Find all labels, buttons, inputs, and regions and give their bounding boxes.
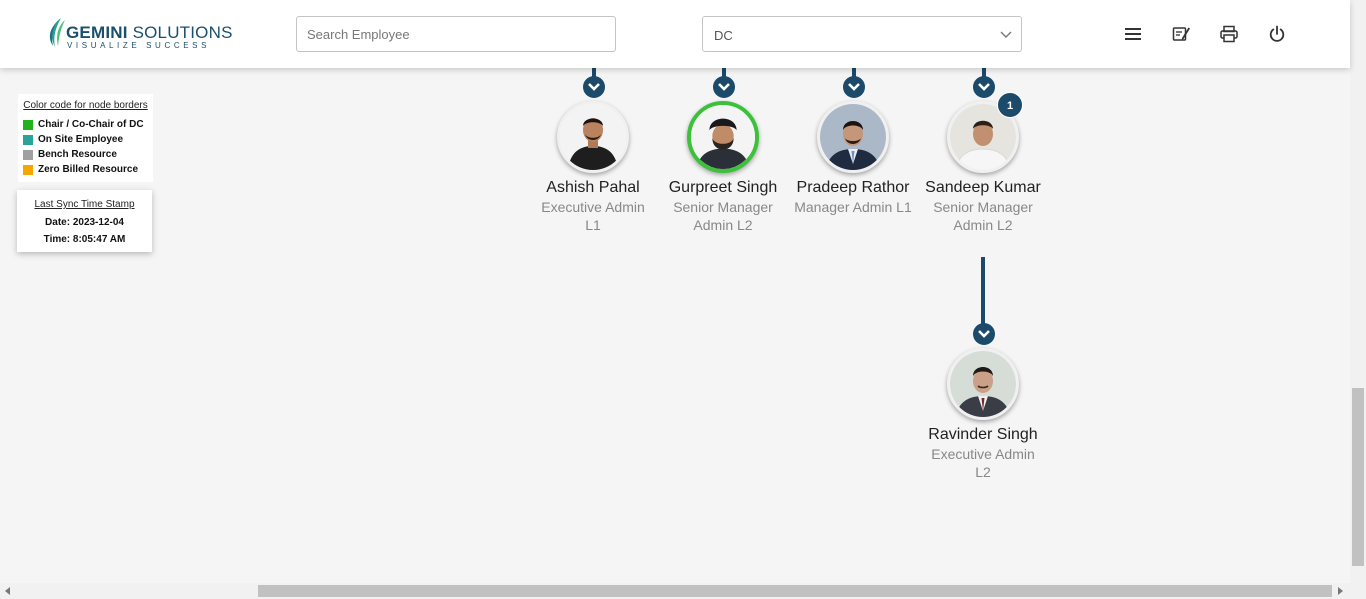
legend-item-label: Bench Resource [38, 149, 117, 160]
legend-item-onsite: On Site Employee [23, 132, 148, 147]
employee-name[interactable]: Ravinder Singh [913, 426, 1053, 444]
scroll-left-icon[interactable] [5, 587, 10, 595]
last-sync-panel: Last Sync Time Stamp Date: 2023-12-04 Ti… [17, 190, 152, 252]
legend-swatch-green [23, 119, 33, 130]
employee-role-line: Executive Admin [931, 446, 1035, 462]
legend-item-chair: Chair / Co-Chair of DC [23, 117, 148, 132]
employee-role-line: Senior Manager [673, 199, 773, 215]
employee-avatar[interactable] [947, 348, 1019, 420]
gemini-solutions-logo[interactable]: GEMINI SOLUTIONS VISUALIZE SUCCESS [47, 17, 232, 51]
chevron-down-icon [718, 83, 730, 91]
chevron-down-icon [1000, 31, 1012, 38]
horizontal-scrollbar-thumb[interactable] [258, 585, 1332, 597]
employee-role-line: Executive Admin [541, 199, 645, 215]
expand-toggle-button[interactable] [973, 76, 995, 98]
employee-role: Executive Admin L2 [923, 445, 1043, 481]
person-photo-icon [820, 104, 886, 170]
legend-item-zero-billed: Zero Billed Resource [23, 162, 148, 177]
employee-name[interactable]: Ashish Pahal [523, 179, 663, 197]
logo-tagline: VISUALIZE SUCCESS [67, 41, 211, 50]
employee-role-line: Senior Manager [933, 199, 1033, 215]
department-select[interactable]: DC [702, 16, 1022, 52]
sync-date: Date: 2023-12-04 [45, 217, 124, 228]
person-photo-icon [691, 105, 755, 169]
employee-role: Senior Manager Admin L2 [663, 198, 783, 234]
employee-role-line: L2 [975, 464, 991, 480]
print-icon[interactable] [1219, 24, 1239, 44]
employee-role: Executive Admin L1 [533, 198, 653, 234]
sync-title: Last Sync Time Stamp [34, 199, 135, 210]
menu-icon[interactable] [1123, 24, 1143, 44]
reportee-count-badge[interactable]: 1 [997, 92, 1023, 118]
horizontal-scrollbar[interactable] [0, 583, 1350, 599]
legend-item-label: Chair / Co-Chair of DC [38, 119, 144, 130]
expand-toggle-button[interactable] [843, 76, 865, 98]
chevron-down-icon [978, 330, 990, 338]
chevron-down-icon [978, 83, 990, 91]
person-photo-icon [560, 104, 626, 170]
legend-swatch-gray [23, 149, 33, 160]
expand-toggle-button[interactable] [973, 323, 995, 345]
employee-name[interactable]: Gurpreet Singh [653, 179, 793, 197]
chevron-down-icon [588, 83, 600, 91]
employee-role: Manager Admin L1 [793, 198, 913, 216]
employee-role-line: Admin L2 [693, 217, 753, 233]
legend-item-label: Zero Billed Resource [38, 164, 139, 175]
app-header: GEMINI SOLUTIONS VISUALIZE SUCCESS DC [0, 0, 1350, 68]
sync-time: Time: 8:05:47 AM [43, 234, 126, 245]
chevron-down-icon [848, 83, 860, 91]
search-employee-input[interactable] [296, 16, 616, 52]
employee-role-line: Admin L2 [953, 217, 1013, 233]
legend-item-bench: Bench Resource [23, 147, 148, 162]
employee-avatar[interactable] [557, 101, 629, 173]
edit-note-icon[interactable] [1171, 24, 1191, 44]
scroll-right-icon[interactable] [1338, 587, 1343, 595]
employee-name[interactable]: Sandeep Kumar [913, 179, 1053, 197]
employee-role-line: L1 [585, 217, 601, 233]
person-photo-icon [950, 351, 1016, 417]
logo-wordmark: GEMINI SOLUTIONS [66, 23, 233, 42]
legend-item-label: On Site Employee [38, 134, 124, 145]
scrollbar-corner [1350, 583, 1366, 599]
vertical-scrollbar[interactable] [1350, 0, 1366, 583]
expand-toggle-button[interactable] [583, 76, 605, 98]
employee-role: Senior Manager Admin L2 [923, 198, 1043, 234]
legend-swatch-orange [23, 164, 33, 175]
vertical-scrollbar-thumb[interactable] [1352, 388, 1364, 566]
legend-title: Color code for node borders [23, 100, 148, 111]
employee-role-line: Manager Admin L1 [794, 199, 912, 215]
employee-avatar[interactable] [817, 101, 889, 173]
org-connector [981, 257, 985, 325]
department-select-value: DC [714, 28, 733, 43]
expand-toggle-button[interactable] [713, 76, 735, 98]
legend-swatch-teal [23, 134, 33, 145]
node-border-legend: Color code for node borders Chair / Co-C… [18, 94, 153, 182]
employee-name[interactable]: Pradeep Rathor [783, 179, 923, 197]
employee-avatar[interactable] [687, 101, 759, 173]
power-icon[interactable] [1267, 24, 1287, 44]
